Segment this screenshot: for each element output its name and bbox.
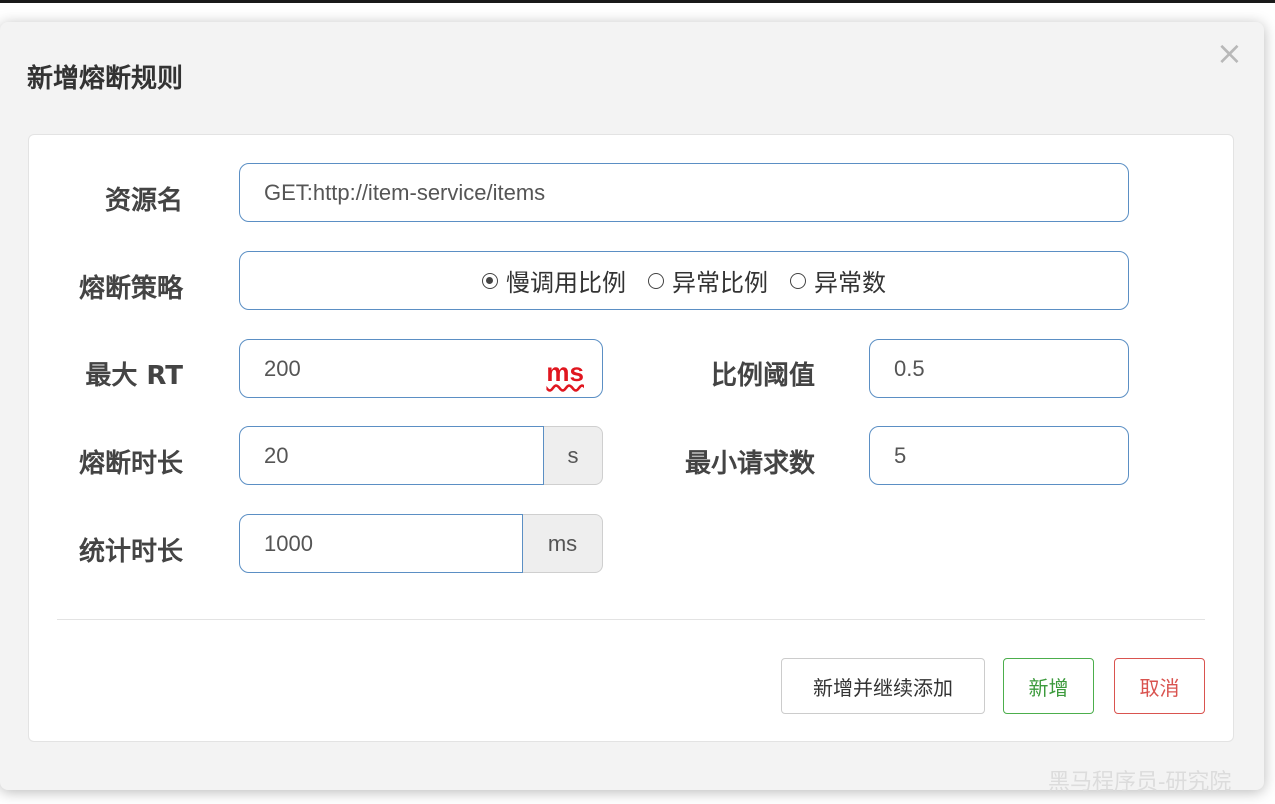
cancel-button[interactable]: 取消 [1114,658,1205,714]
add-and-continue-button[interactable]: 新增并继续添加 [781,658,985,714]
add-circuit-breaker-dialog: 新增熔断规则 × 资源名 GET:http://item-service/ite… [0,22,1264,790]
watermark-text: 黑马程序员-研究院 [1048,770,1232,795]
window-top-edge [0,0,1275,3]
min-requests-input[interactable]: 5 [869,426,1129,485]
max-rt-label: 最大 RT [85,361,183,391]
max-rt-unit: ms [546,357,584,387]
radio-unchecked-icon [648,272,664,289]
strategy-option-label: 异常比例 [672,269,768,297]
strategy-option-error-count[interactable]: 异常数 [790,263,886,298]
stat-duration-label: 统计时长 [78,537,183,567]
break-duration-label: 熔断时长 [78,449,183,479]
strategy-option-label: 异常数 [814,269,886,297]
ratio-threshold-input[interactable]: 0.5 [869,339,1129,398]
max-rt-input[interactable]: 200 ms [239,339,603,398]
form-divider [57,619,1205,620]
break-duration-unit: s [544,426,603,485]
strategy-option-slow-ratio[interactable]: 慢调用比例 [482,263,626,298]
stat-duration-input[interactable]: 1000 [239,514,523,573]
radio-checked-icon [482,272,498,289]
strategy-label: 熔断策略 [78,274,183,304]
dialog-title: 新增熔断规则 [27,64,184,94]
max-rt-value: 200 [264,355,301,381]
close-icon[interactable]: × [1216,37,1243,69]
min-requests-label: 最小请求数 [684,449,815,479]
resource-name-label: 资源名 [104,186,183,216]
resource-name-input[interactable]: GET:http://item-service/items [239,163,1129,222]
radio-unchecked-icon [790,272,806,289]
strategy-option-error-ratio[interactable]: 异常比例 [648,263,768,298]
form-panel: 资源名 GET:http://item-service/items 熔断策略 慢… [28,134,1234,742]
add-button[interactable]: 新增 [1003,658,1094,714]
strategy-radio-group: 慢调用比例 异常比例 异常数 [239,251,1129,310]
stat-duration-unit: ms [523,514,603,573]
ratio-threshold-label: 比例阈值 [710,361,815,391]
break-duration-input[interactable]: 20 [239,426,544,485]
strategy-option-label: 慢调用比例 [506,269,626,297]
